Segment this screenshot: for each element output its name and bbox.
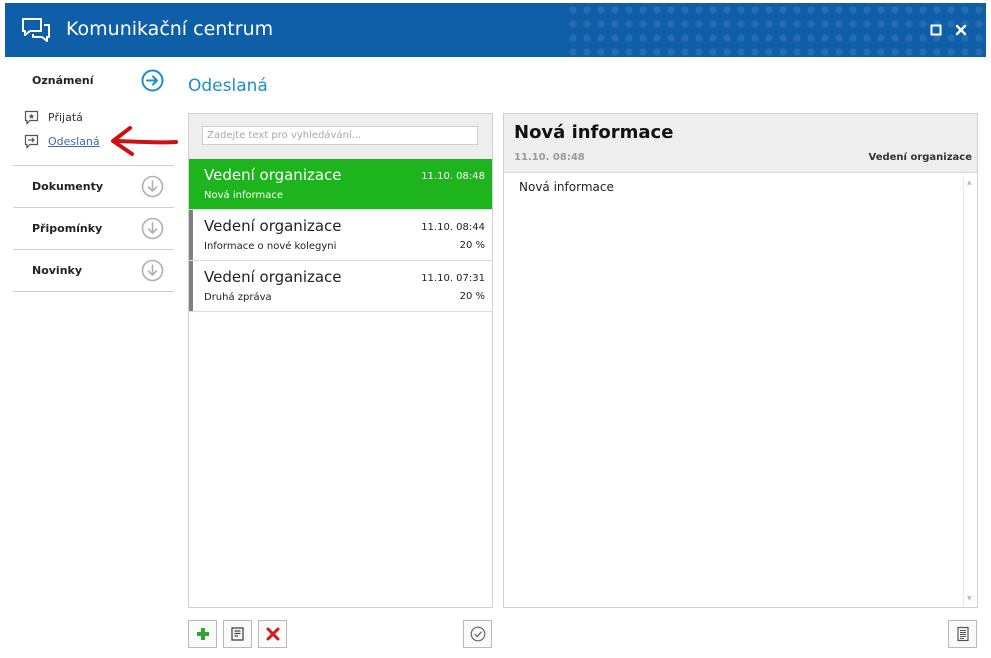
mark-read-button[interactable] — [463, 620, 492, 648]
sidebar-item-label: Přijatá — [48, 110, 83, 124]
add-button[interactable] — [188, 620, 217, 648]
sidebar-section-pripominky[interactable]: Připomínky — [13, 208, 174, 250]
detail-body: Nová informace — [519, 180, 614, 194]
message-row[interactable]: Vedení organizace 11.10. 07:31 Druhá zpr… — [189, 261, 492, 312]
edit-button[interactable] — [223, 620, 252, 648]
message-time: 11.10. 07:31 — [421, 273, 485, 284]
title-bar-pattern — [566, 3, 986, 57]
search-input[interactable] — [202, 126, 478, 145]
detail-title: Nová informace — [514, 122, 674, 143]
delete-icon — [266, 627, 279, 641]
inbox-star-icon — [24, 110, 39, 125]
detail-scrollbar[interactable]: ▲ ▼ — [963, 175, 976, 606]
message-time: 11.10. 08:44 — [421, 222, 485, 233]
maximize-button[interactable] — [926, 20, 946, 40]
detail-sender: Vedení organizace — [868, 152, 972, 163]
add-icon — [196, 628, 209, 640]
scroll-down-icon[interactable]: ▼ — [967, 595, 972, 602]
detail-date: 11.10. 08:48 — [514, 152, 585, 163]
message-percent: 20 % — [459, 291, 485, 302]
annotation-arrow-icon — [111, 126, 178, 156]
sidebar-section-oznameni[interactable]: Oznámení — [13, 60, 174, 102]
document-icon — [956, 626, 969, 642]
arrow-down-circle-icon[interactable] — [141, 217, 164, 240]
sidebar-section-novinky[interactable]: Novinky — [13, 250, 174, 292]
message-time: 11.10. 08:48 — [421, 171, 485, 182]
mark-read-icon — [470, 626, 485, 642]
scroll-up-icon[interactable]: ▲ — [967, 179, 972, 186]
maximize-icon — [930, 24, 942, 36]
message-subject: Nová informace — [204, 190, 284, 201]
message-sender: Vedení organizace — [204, 166, 342, 184]
sidebar-section-label: Dokumenty — [32, 180, 104, 193]
message-row[interactable]: Vedení organizace 11.10. 08:44 Informace… — [189, 210, 492, 261]
window-title: Komunikační centrum — [66, 18, 274, 40]
message-status-bar — [189, 261, 193, 311]
outbox-arrow-icon — [24, 134, 39, 149]
chat-bubbles-icon — [22, 18, 50, 42]
sidebar-item-odeslana[interactable]: Odeslaná — [24, 131, 100, 151]
message-subject: Druhá zpráva — [204, 292, 272, 303]
delete-button[interactable] — [258, 620, 287, 648]
arrow-down-circle-icon[interactable] — [141, 175, 164, 198]
close-icon — [955, 24, 967, 36]
communication-center-window: Komunikační centrum Oznámení Přijatá Ode… — [0, 0, 991, 658]
message-sender: Vedení organizace — [204, 217, 342, 235]
message-percent: 20 % — [459, 240, 485, 251]
message-list-panel: Vedení organizace 11.10. 08:48 Nová info… — [188, 113, 493, 608]
sidebar-section-label: Novinky — [32, 264, 83, 277]
title-bar: Komunikační centrum — [5, 3, 986, 57]
close-button[interactable] — [951, 20, 971, 40]
message-detail-panel: Nová informace 11.10. 08:48 Vedení organ… — [503, 113, 978, 608]
sidebar-item-label: Odeslaná — [48, 134, 100, 148]
message-subject: Informace o nové kolegyni — [204, 241, 337, 252]
message-status-bar — [189, 210, 193, 260]
detail-header: Nová informace 11.10. 08:48 Vedení organ… — [504, 114, 977, 173]
sidebar-section-label: Připomínky — [32, 222, 103, 235]
arrow-right-circle-icon[interactable] — [141, 69, 164, 92]
search-bar — [189, 114, 492, 159]
message-row[interactable]: Vedení organizace 11.10. 08:48 Nová info… — [189, 159, 492, 210]
arrow-down-circle-icon[interactable] — [141, 259, 164, 282]
sidebar-section-label: Oznámení — [32, 74, 94, 87]
sidebar-item-prijata[interactable]: Přijatá — [24, 107, 83, 127]
edit-note-icon — [230, 627, 244, 641]
sidebar-section-dokumenty[interactable]: Dokumenty — [13, 166, 174, 208]
page-title: Odeslaná — [188, 76, 268, 96]
document-button[interactable] — [948, 620, 977, 648]
message-sender: Vedení organizace — [204, 268, 342, 286]
